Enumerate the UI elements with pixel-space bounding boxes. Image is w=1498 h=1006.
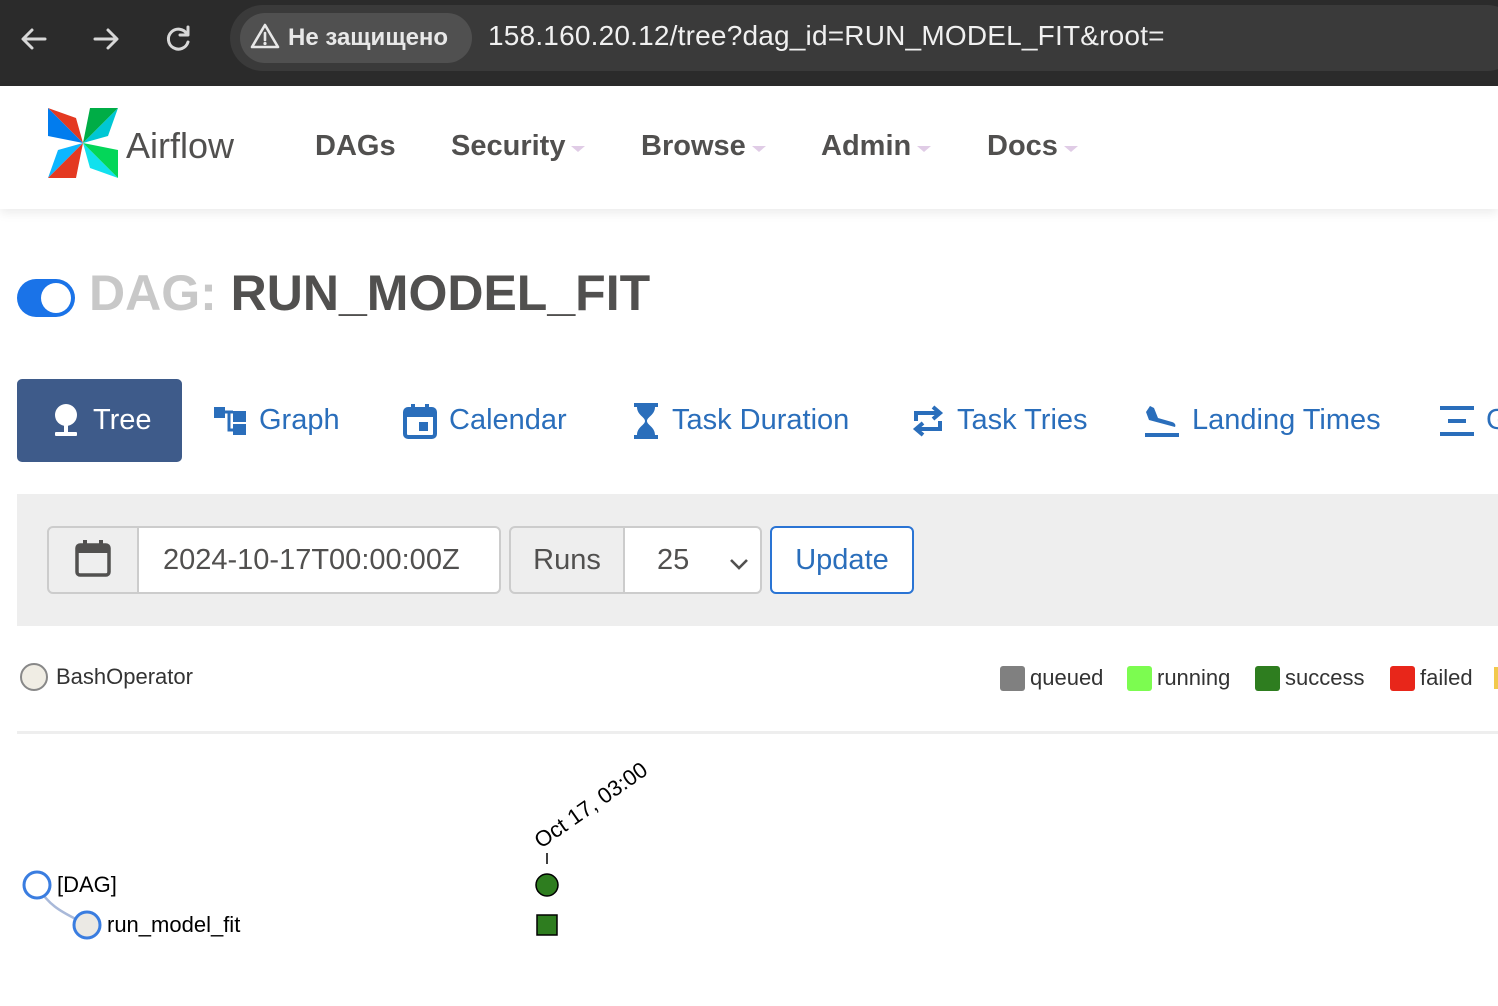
dag-pause-toggle[interactable] [17, 279, 75, 317]
running-swatch [1127, 665, 1152, 691]
legend-queued-label: queued [1030, 665, 1104, 690]
retweet-icon [911, 404, 945, 437]
dag-prefix: DAG: [89, 265, 217, 321]
gantt-icon [1438, 404, 1474, 438]
tab-task-tries-label: Task Tries [957, 404, 1088, 436]
nav-admin-label: Admin [821, 130, 912, 162]
warning-icon [250, 22, 280, 55]
back-arrow-icon[interactable] [14, 19, 54, 59]
brand-text: Airflow [126, 124, 235, 166]
nav-dags[interactable]: DAGs [315, 130, 396, 163]
dag-node-label: [DAG] [57, 872, 117, 897]
caret-down-icon [571, 145, 586, 152]
tab-task-duration-label: Task Duration [672, 404, 850, 436]
dag-node-circle[interactable] [22, 870, 52, 900]
nav-security-label: Security [451, 130, 566, 162]
tree-icon [51, 403, 81, 439]
tab-tree[interactable]: Tree [17, 379, 182, 462]
calendar-icon [403, 403, 437, 439]
legend-failed: failed [1390, 665, 1473, 691]
chevron-down-icon [728, 550, 750, 583]
toggle-knob [41, 283, 71, 313]
forward-arrow-icon[interactable] [86, 19, 126, 59]
caret-down-icon [1063, 145, 1078, 152]
operator-legend-label: BashOperator [56, 664, 193, 689]
runs-value: 25 [657, 543, 690, 576]
legend-running: running [1127, 665, 1230, 691]
tab-calendar-label: Calendar [449, 404, 567, 436]
legend-success-label: success [1285, 665, 1365, 690]
nav-browse-label: Browse [641, 130, 746, 162]
legend-success: success [1255, 665, 1364, 691]
task-node-circle[interactable] [72, 910, 102, 940]
reload-icon[interactable] [158, 19, 198, 59]
tab-calendar[interactable]: Calendar [403, 379, 567, 462]
calendar-icon [75, 539, 111, 582]
tab-graph-label: Graph [259, 404, 340, 436]
tab-graph[interactable]: Graph [213, 379, 340, 462]
runs-select[interactable]: 25 [623, 526, 762, 594]
success-swatch [1255, 665, 1280, 691]
runs-label: Runs [509, 526, 625, 594]
security-label: Не защищено [288, 24, 449, 51]
app-navbar: Airflow DAGs Security Browse Admin Docs [0, 86, 1498, 209]
plane-landing-icon [1144, 404, 1180, 438]
run-date-label: Oct 17, 03:00 [530, 757, 653, 853]
update-button[interactable]: Update [770, 526, 914, 594]
dag-id: RUN_MODEL_FIT [230, 265, 651, 321]
nav-docs[interactable]: Docs [987, 130, 1078, 163]
tab-task-tries[interactable]: Task Tries [911, 379, 1088, 462]
nav-dags-label: DAGs [315, 130, 396, 162]
tab-gantt[interactable]: G [1438, 379, 1498, 462]
tab-task-duration[interactable]: Task Duration [632, 379, 849, 462]
legend-queued: queued [1000, 665, 1103, 691]
operator-swatch [20, 663, 48, 691]
base-date-input[interactable]: 2024-10-17T00:00:00Z [137, 526, 501, 594]
divider [17, 731, 1498, 734]
tab-tree-label: Tree [93, 404, 152, 436]
failed-swatch [1390, 665, 1415, 691]
security-indicator[interactable]: Не защищено [240, 13, 472, 63]
legend-failed-label: failed [1420, 665, 1473, 690]
caret-down-icon [917, 145, 932, 152]
nav-docs-label: Docs [987, 130, 1058, 162]
graph-icon [213, 406, 247, 436]
task-instance-state[interactable] [536, 914, 558, 936]
nav-security[interactable]: Security [451, 130, 586, 163]
nav-browse[interactable]: Browse [641, 130, 766, 163]
tab-gantt-label: G [1486, 404, 1498, 436]
legend-overflow-swatch [1494, 667, 1498, 689]
tree-view: [DAG] run_model_fit Oct 17, 03:00 [22, 757, 653, 940]
page-title: DAG: RUN_MODEL_FIT [89, 264, 650, 322]
hourglass-icon [632, 402, 660, 440]
dag-run-state[interactable] [535, 873, 559, 897]
url-text[interactable]: 158.160.20.12/tree?dag_id=RUN_MODEL_FIT&… [488, 20, 1165, 52]
operator-legend: BashOperator [20, 663, 193, 691]
airflow-brand[interactable]: Airflow [46, 106, 234, 185]
tab-landing-times[interactable]: Landing Times [1144, 379, 1381, 462]
caret-down-icon [751, 145, 766, 152]
queued-swatch [1000, 665, 1025, 691]
browser-toolbar: Не защищено 158.160.20.12/tree?dag_id=RU… [0, 0, 1498, 86]
tab-landing-times-label: Landing Times [1192, 404, 1381, 436]
task-node-label: run_model_fit [107, 912, 240, 937]
nav-admin[interactable]: Admin [821, 130, 932, 163]
airflow-logo-icon [46, 106, 120, 185]
date-picker-addon[interactable] [47, 526, 139, 594]
legend-running-label: running [1157, 665, 1231, 690]
